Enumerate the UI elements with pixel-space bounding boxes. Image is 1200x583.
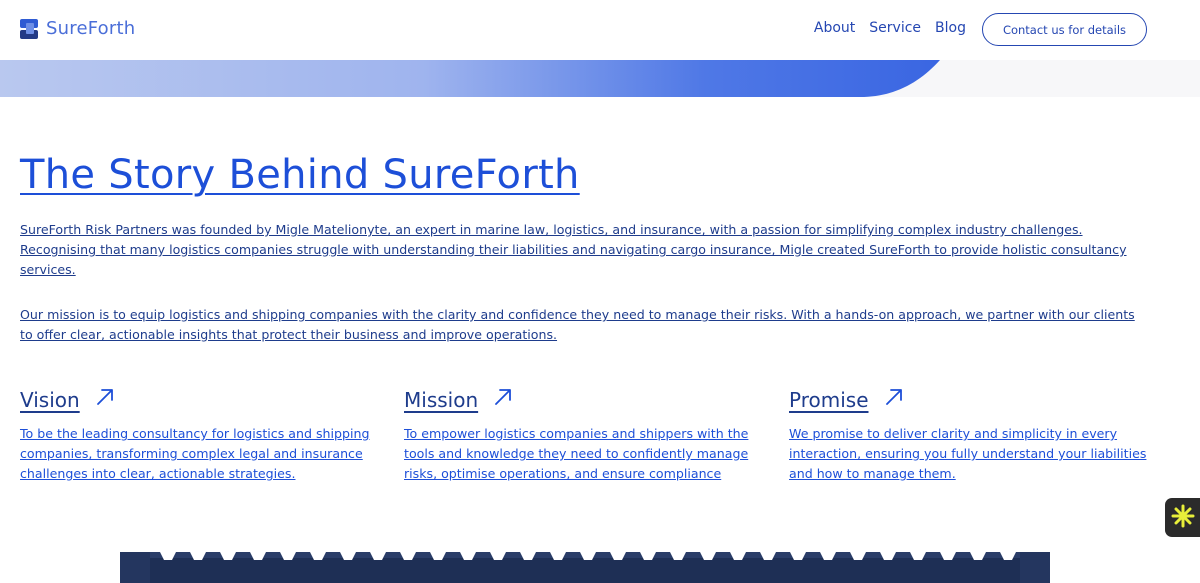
- asterisk-icon: [1171, 504, 1195, 532]
- logo[interactable]: SureForth: [20, 18, 135, 39]
- site-header: SureForth About Service Blog Contact us …: [0, 0, 1200, 60]
- mission-text: To empower logistics companies and shipp…: [404, 426, 749, 481]
- arrow-up-right-icon[interactable]: [492, 386, 514, 408]
- vision-title: Vision: [20, 388, 80, 412]
- promise-column: Promise We promise to deliver clarity an…: [789, 386, 1149, 484]
- mission-column: Mission To empower logistics companies a…: [404, 386, 764, 484]
- nav-link-blog[interactable]: Blog: [935, 20, 966, 36]
- shipping-container-image: [120, 540, 1050, 583]
- nav-link-service[interactable]: Service: [869, 20, 921, 36]
- hero-banner: [0, 60, 1200, 97]
- arrow-up-right-icon[interactable]: [883, 386, 905, 408]
- logo-icon: [20, 18, 38, 39]
- promise-title: Promise: [789, 388, 869, 412]
- promise-text: We promise to deliver clarity and simpli…: [789, 426, 1147, 481]
- mission-paragraph: Our mission is to equip logistics and sh…: [20, 307, 1135, 342]
- mission-title: Mission: [404, 388, 479, 412]
- vision-column: Vision To be the leading consultancy for…: [20, 386, 380, 484]
- page-title: The Story Behind SureForth: [20, 152, 580, 198]
- contact-button[interactable]: Contact us for details: [982, 13, 1147, 46]
- main-nav: About Service Blog: [814, 20, 966, 36]
- chat-widget-button[interactable]: [1165, 498, 1200, 537]
- intro-paragraph: SureForth Risk Partners was founded by M…: [20, 222, 1127, 277]
- logo-text: SureForth: [46, 18, 136, 39]
- nav-link-about[interactable]: About: [814, 20, 855, 36]
- arrow-up-right-icon[interactable]: [94, 386, 116, 408]
- vision-text: To be the leading consultancy for logist…: [20, 426, 370, 481]
